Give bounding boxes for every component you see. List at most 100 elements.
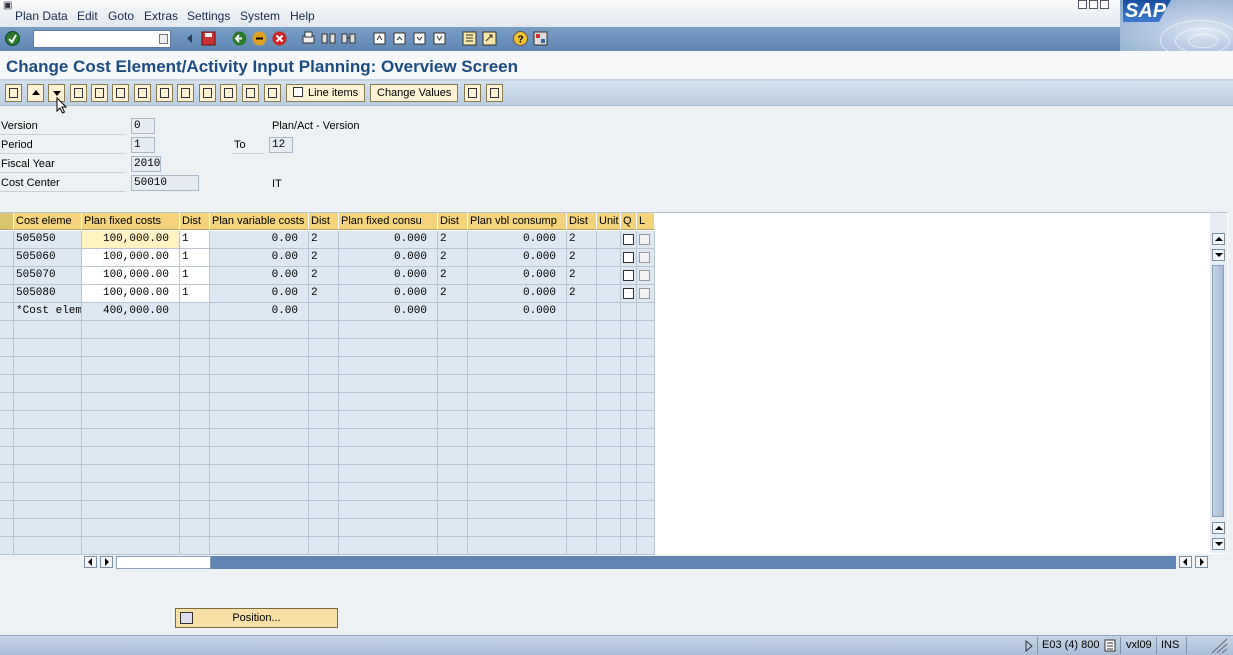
exit-icon[interactable]: [251, 30, 268, 47]
print-icon[interactable]: [300, 30, 317, 47]
quantity-checkbox[interactable]: [623, 270, 634, 281]
document-icon[interactable]: [486, 84, 503, 102]
table-cell[interactable]: 1: [180, 285, 210, 303]
command-history-icon[interactable]: [159, 34, 168, 44]
table-cell[interactable]: 1: [180, 231, 210, 249]
create-session-icon[interactable]: [461, 30, 478, 47]
row-selector[interactable]: [0, 447, 14, 465]
scroll-left-button[interactable]: [84, 556, 97, 568]
back-icon[interactable]: [231, 30, 248, 47]
back-arrow-icon[interactable]: [181, 30, 198, 47]
revaluation-icon[interactable]: [70, 84, 87, 102]
close-window-icon[interactable]: [1100, 0, 1109, 9]
cost-center-field[interactable]: 50010: [131, 175, 199, 191]
copy-icon[interactable]: [220, 84, 237, 102]
table-cell[interactable]: 100,000.00: [82, 285, 180, 303]
scroll-page-up-button[interactable]: [1212, 522, 1225, 534]
row-selector[interactable]: [0, 321, 14, 339]
row-selector[interactable]: [0, 303, 14, 321]
column-header[interactable]: Plan fixed costs: [82, 213, 180, 230]
column-header[interactable]: Plan variable costs: [210, 213, 309, 230]
row-selector[interactable]: [0, 375, 14, 393]
line-items-button[interactable]: Line items: [286, 84, 366, 102]
last-page-icon[interactable]: [431, 30, 448, 47]
status-expand-icon[interactable]: [1024, 640, 1034, 652]
column-header[interactable]: L: [637, 213, 655, 230]
row-selector[interactable]: [0, 231, 14, 249]
fiscal-year-field[interactable]: 2010: [131, 156, 161, 172]
column-header[interactable]: Unit: [597, 213, 621, 230]
command-field[interactable]: [33, 30, 171, 48]
scroll-right-button[interactable]: [100, 556, 113, 568]
column-header[interactable]: Dist: [180, 213, 210, 230]
vertical-scrollbar[interactable]: [1210, 213, 1227, 553]
overview-icon[interactable]: [5, 84, 22, 102]
quantity-checkbox[interactable]: [623, 288, 634, 299]
attachment-icon[interactable]: [464, 84, 481, 102]
scroll-down-button[interactable]: [1212, 249, 1225, 261]
horizontal-scroll-track[interactable]: [116, 556, 1176, 569]
resize-grip-icon[interactable]: [1208, 638, 1228, 654]
table-cell[interactable]: 100,000.00: [82, 231, 180, 249]
save-icon[interactable]: [200, 30, 217, 47]
customize-layout-icon[interactable]: [532, 30, 549, 47]
row-selector[interactable]: [0, 285, 14, 303]
period-to-field[interactable]: 12: [269, 137, 293, 153]
change-values-button[interactable]: Change Values: [370, 84, 459, 102]
row-selector[interactable]: [0, 267, 14, 285]
menu-extras[interactable]: Extras: [144, 9, 178, 23]
row-selector[interactable]: [0, 357, 14, 375]
menu-settings[interactable]: Settings: [187, 9, 230, 23]
scroll-page-down-button[interactable]: [1212, 538, 1225, 550]
find-next-icon[interactable]: [340, 30, 357, 47]
horizontal-scroll-thumb[interactable]: [116, 556, 211, 569]
column-header[interactable]: Plan vbl consump: [468, 213, 567, 230]
cancel-icon[interactable]: [271, 30, 288, 47]
column-header[interactable]: Dist: [438, 213, 468, 230]
column-header[interactable]: Cost eleme: [14, 213, 82, 230]
position-button[interactable]: Position...: [175, 608, 338, 628]
table-cell[interactable]: 1: [180, 267, 210, 285]
version-field[interactable]: 0: [131, 118, 155, 134]
scroll-end-right-button[interactable]: [1195, 556, 1208, 568]
previous-page-icon[interactable]: [391, 30, 408, 47]
row-selector[interactable]: [0, 519, 14, 537]
maximize-icon[interactable]: [1089, 0, 1098, 9]
column-header[interactable]: Dist: [309, 213, 339, 230]
paste-icon[interactable]: [242, 84, 259, 102]
quantity-checkbox[interactable]: [623, 234, 634, 245]
deselect-all-icon[interactable]: [156, 84, 173, 102]
column-header[interactable]: Plan fixed consu: [339, 213, 438, 230]
table-cell[interactable]: 100,000.00: [82, 267, 180, 285]
menu-system[interactable]: System: [240, 9, 280, 23]
select-all-rows-icon[interactable]: [0, 213, 14, 230]
table-cell[interactable]: 1: [180, 249, 210, 267]
first-page-icon[interactable]: [371, 30, 388, 47]
select-block-icon[interactable]: [112, 84, 129, 102]
table-cell[interactable]: 100,000.00: [82, 249, 180, 267]
select-icon[interactable]: [91, 84, 108, 102]
minimize-icon[interactable]: [1078, 0, 1087, 9]
horizontal-scrollbar[interactable]: [83, 556, 1210, 570]
quantity-checkbox[interactable]: [623, 252, 634, 263]
cut-icon[interactable]: [199, 84, 216, 102]
find-icon[interactable]: [320, 30, 337, 47]
scroll-up-button[interactable]: [1212, 233, 1225, 245]
menu-help[interactable]: Help: [290, 9, 315, 23]
menu-plan-data[interactable]: Plan Data: [15, 9, 68, 23]
window-icon[interactable]: ▣: [3, 0, 12, 11]
column-header[interactable]: Q: [621, 213, 637, 230]
edit-icon[interactable]: [264, 84, 281, 102]
row-selector[interactable]: [0, 393, 14, 411]
row-selector[interactable]: [0, 537, 14, 555]
period-from-field[interactable]: 1: [131, 137, 155, 153]
previous-entry-icon[interactable]: [27, 84, 44, 102]
scroll-end-left-button[interactable]: [1179, 556, 1192, 568]
row-selector[interactable]: [0, 483, 14, 501]
column-header[interactable]: Dist: [567, 213, 597, 230]
menu-goto[interactable]: Goto: [108, 9, 134, 23]
enter-icon[interactable]: [4, 30, 21, 47]
row-selector[interactable]: [0, 339, 14, 357]
row-selector[interactable]: [0, 249, 14, 267]
system-info-icon[interactable]: [1104, 639, 1116, 652]
